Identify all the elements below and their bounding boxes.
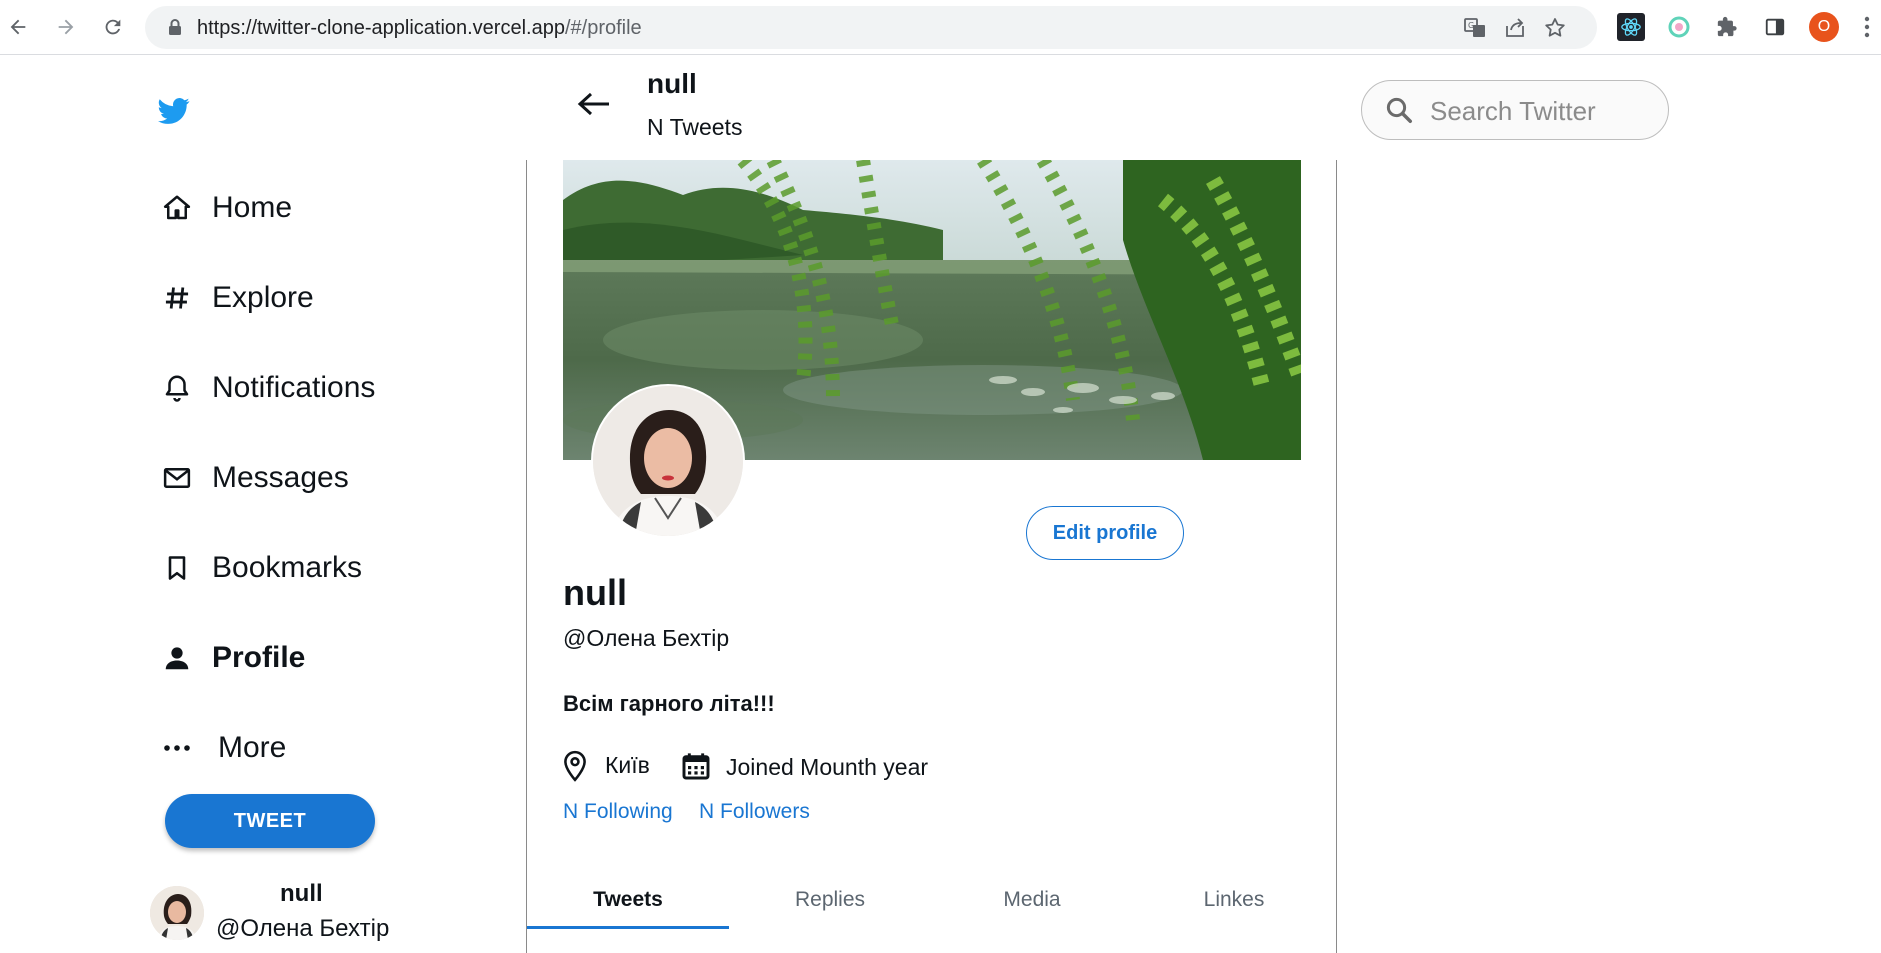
sidebar-user-name: null	[280, 880, 323, 907]
location-pin-icon	[564, 750, 586, 782]
sidebar-item-label: More	[218, 731, 287, 764]
browser-forward-icon[interactable]	[48, 9, 84, 45]
tab-linkes[interactable]: Linkes	[1133, 870, 1335, 930]
avatar[interactable]	[150, 886, 204, 940]
share-icon[interactable]	[1503, 16, 1527, 40]
profile-avatar[interactable]	[591, 384, 745, 538]
mail-icon	[160, 461, 194, 495]
profile-bio: Всім гарного літа!!!	[563, 691, 775, 716]
profile-joined-date: Joined Mounth year	[726, 754, 929, 780]
sidebar-item-label: Profile	[212, 641, 306, 674]
sidebar-item-label: Home	[212, 191, 293, 224]
tab-replies[interactable]: Replies	[729, 870, 931, 930]
search-icon	[1386, 97, 1412, 123]
browser-back-icon[interactable]	[0, 9, 36, 45]
sidebar-item-explore[interactable]: Explore	[160, 273, 314, 323]
followers-link[interactable]: N Followers	[699, 800, 810, 824]
sidebar-item-home[interactable]: Home	[160, 183, 292, 233]
lock-icon	[169, 19, 181, 35]
person-icon	[160, 641, 194, 675]
extension-ring-icon[interactable]	[1665, 13, 1693, 41]
url-text: https://twitter-clone-application.vercel…	[197, 17, 642, 39]
browser-menu-icon[interactable]	[1864, 16, 1870, 38]
edit-profile-button[interactable]: Edit profile	[1026, 506, 1184, 560]
sidebar-item-label: Bookmarks	[212, 551, 363, 584]
bookmark-icon	[160, 551, 194, 585]
sidebar-item-more[interactable]: More	[160, 723, 286, 773]
bookmark-star-icon[interactable]	[1543, 16, 1567, 40]
browser-toolbar: https://twitter-clone-application.vercel…	[0, 0, 1881, 55]
column-divider	[1336, 160, 1337, 953]
hash-icon	[160, 281, 194, 315]
active-tab-indicator	[527, 926, 729, 929]
calendar-icon	[682, 753, 710, 780]
following-link[interactable]: N Following	[563, 800, 673, 824]
back-arrow-icon[interactable]	[572, 84, 616, 124]
side-panel-icon[interactable]	[1761, 13, 1789, 41]
tab-media[interactable]: Media	[931, 870, 1133, 930]
address-bar[interactable]: https://twitter-clone-application.vercel…	[145, 6, 1597, 49]
svg-text:G: G	[1468, 21, 1474, 30]
tweet-button[interactable]: TWEET	[165, 794, 375, 848]
search-input[interactable]	[1430, 96, 1650, 126]
header-tweet-count: N Tweets	[647, 114, 743, 140]
column-divider	[526, 160, 527, 953]
browser-profile-avatar[interactable]: O	[1809, 12, 1839, 42]
sidebar-item-label: Explore	[212, 281, 314, 314]
bell-icon	[160, 371, 194, 405]
profile-handle: @Олена Бехтір	[563, 625, 730, 651]
sidebar-item-bookmarks[interactable]: Bookmarks	[160, 543, 362, 593]
sidebar-user-handle: @Олена Бехтір	[216, 915, 390, 942]
tab-tweets[interactable]: Tweets	[527, 870, 729, 930]
home-icon	[160, 191, 194, 225]
sidebar-item-label: Notifications	[212, 371, 376, 404]
twitter-bird-icon[interactable]	[158, 95, 190, 127]
sidebar-item-label: Messages	[212, 461, 349, 494]
sidebar-item-notifications[interactable]: Notifications	[160, 363, 375, 413]
more-icon	[160, 731, 194, 765]
translate-icon[interactable]: G	[1463, 16, 1487, 40]
search-box[interactable]	[1361, 80, 1669, 140]
sidebar-item-messages[interactable]: Messages	[160, 453, 349, 503]
profile-name: null	[563, 572, 627, 613]
browser-reload-icon[interactable]	[95, 9, 131, 45]
react-devtools-icon[interactable]	[1617, 13, 1645, 41]
extensions-puzzle-icon[interactable]	[1713, 13, 1741, 41]
header-title: null	[647, 68, 697, 99]
profile-location: Київ	[605, 752, 650, 778]
sidebar-item-profile[interactable]: Profile	[160, 633, 305, 683]
